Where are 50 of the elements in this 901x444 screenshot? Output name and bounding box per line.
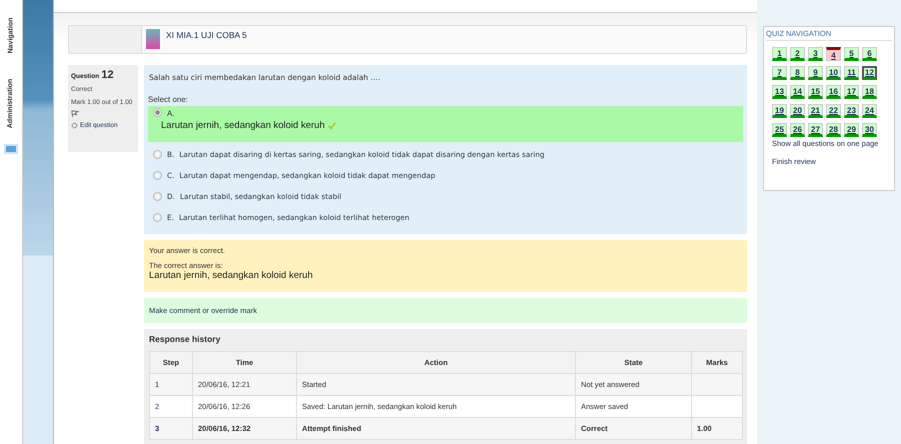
question-button[interactable]: 30 xyxy=(862,123,877,137)
correct-option[interactable]: A. Larutan jernih, sedangkan koloid keruh xyxy=(148,106,743,142)
quiz-title: XI MIA.1 UJI COBA 5 xyxy=(166,30,247,40)
history-title: Response history xyxy=(149,334,222,344)
question-button[interactable]: 23 xyxy=(844,104,859,118)
question-button[interactable]: 2 xyxy=(790,47,805,61)
question-button[interactable]: 12 xyxy=(862,66,877,80)
avatar-placeholder xyxy=(146,29,160,49)
question-button[interactable]: 6 xyxy=(862,47,877,61)
question-button[interactable]: 15 xyxy=(808,85,823,99)
question-button[interactable]: 25 xyxy=(772,123,787,137)
question-button[interactable]: 19 xyxy=(772,104,787,118)
question-button[interactable]: 8 xyxy=(790,66,805,80)
checkmark-icon xyxy=(328,122,336,130)
dock-icon[interactable] xyxy=(4,144,18,154)
question-button[interactable]: 21 xyxy=(808,104,823,118)
question-button[interactable]: 3 xyxy=(808,47,823,61)
flag-icon[interactable] xyxy=(71,110,79,118)
question-button[interactable]: 14 xyxy=(790,85,805,99)
question-button[interactable]: 18 xyxy=(862,85,877,99)
question-button[interactable]: 1 xyxy=(772,47,787,61)
question-button[interactable]: 5 xyxy=(844,47,859,61)
correct-answer-text: Larutan jernih, sedangkan koloid keruh xyxy=(149,270,314,281)
question-button[interactable]: 4 xyxy=(826,47,841,61)
question-button[interactable]: 24 xyxy=(862,104,877,118)
option-letter: A. xyxy=(167,109,176,118)
radio-button[interactable] xyxy=(153,192,162,201)
question-button[interactable]: 27 xyxy=(808,123,823,137)
question-button[interactable]: 28 xyxy=(826,123,841,137)
table-cell xyxy=(692,374,742,396)
question-button[interactable]: 9 xyxy=(808,66,823,80)
question-button[interactable]: 11 xyxy=(844,66,859,80)
question-button[interactable]: 29 xyxy=(844,123,859,137)
radio-button[interactable] xyxy=(153,108,162,117)
question-button[interactable]: 10 xyxy=(826,66,841,80)
radio-button[interactable] xyxy=(153,171,162,180)
question-button[interactable]: 13 xyxy=(772,85,787,99)
radio-button[interactable] xyxy=(153,150,162,159)
option-text: Larutan jernih, sedangkan koloid keruh xyxy=(161,120,325,131)
question-button[interactable]: 16 xyxy=(826,85,841,99)
table-cell xyxy=(692,396,742,418)
question-button[interactable]: 26 xyxy=(790,123,805,137)
question-button[interactable]: 22 xyxy=(826,104,841,118)
question-button[interactable]: 20 xyxy=(790,104,805,118)
question-number: 12 xyxy=(101,69,114,81)
question-button[interactable]: 7 xyxy=(772,66,787,80)
radio-button[interactable] xyxy=(153,213,162,222)
settings-icon xyxy=(71,122,78,130)
question-button[interactable]: 17 xyxy=(844,85,859,99)
select-prompt: Select one: xyxy=(148,95,190,104)
